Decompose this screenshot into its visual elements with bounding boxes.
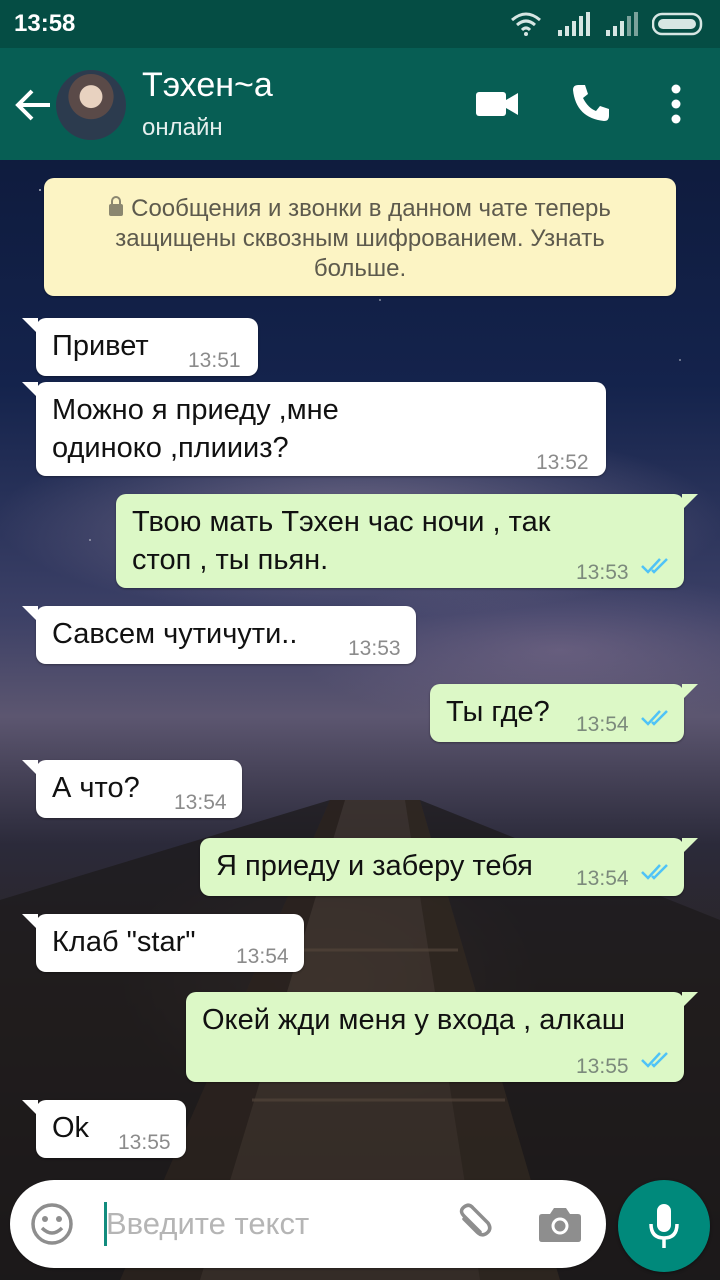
contact-status: онлайн	[142, 114, 223, 141]
wifi-icon	[511, 12, 541, 36]
message-bubble[interactable]: Привет 13:51	[22, 318, 258, 376]
more-vertical-icon[interactable]	[670, 84, 682, 124]
message-bubble[interactable]: Я приеду и заберу тебя 13:54	[200, 838, 698, 896]
message-text-line: стоп , ты пьян.	[132, 544, 329, 576]
message-time: 13:54	[236, 945, 289, 968]
contact-avatar[interactable]	[56, 70, 126, 140]
encryption-notice-text: Сообщения и звонки в данном чате теперь …	[115, 195, 611, 282]
chat-header: Тэхен~а онлайн	[0, 48, 720, 160]
message-text-line: Твою мать Тэхен час ночи , так	[132, 506, 551, 538]
message-bubble[interactable]: Клаб "star" 13:54	[22, 914, 304, 972]
mic-button[interactable]	[618, 1180, 710, 1272]
message-text: Привет	[52, 330, 149, 362]
signal-icon	[558, 12, 590, 36]
message-bubble[interactable]: Окей жди меня у входа , алкаш 13:55	[186, 992, 698, 1082]
message-bubble[interactable]: Твою мать Тэхен час ночи , так стоп , ты…	[116, 494, 698, 588]
message-text: Клаб "star"	[52, 926, 196, 958]
encryption-notice[interactable]: Сообщения и звонки в данном чате теперь …	[44, 178, 676, 296]
contact-name[interactable]: Тэхен~а	[142, 66, 273, 105]
message-bubble[interactable]: Ok 13:55	[22, 1100, 186, 1158]
message-text: Окей жди меня у входа , алкаш	[202, 1004, 625, 1036]
paperclip-icon[interactable]	[450, 1202, 494, 1246]
message-time: 13:54	[174, 791, 227, 814]
message-text: Я приеду и заберу тебя	[216, 850, 533, 882]
message-text: Савсем чутичути..	[52, 618, 298, 650]
message-bubble[interactable]: А что? 13:54	[22, 760, 242, 818]
double-check-read-icon	[641, 710, 668, 726]
message-text: Ok	[52, 1112, 90, 1144]
message-text: Ты где?	[446, 696, 550, 728]
message-time: 13:53	[576, 561, 629, 584]
signal-icon-2	[606, 12, 638, 36]
message-input-placeholder[interactable]: Введите текст	[106, 1206, 309, 1242]
lock-icon	[109, 196, 124, 216]
status-icons	[510, 10, 706, 38]
message-time: 13:52	[536, 451, 589, 474]
message-text: А что?	[52, 772, 140, 804]
message-time: 13:55	[118, 1131, 171, 1154]
arrow-left-icon[interactable]	[14, 88, 54, 122]
double-check-read-icon	[641, 1052, 668, 1068]
message-time: 13:54	[576, 713, 629, 736]
smiley-icon[interactable]	[30, 1202, 74, 1246]
message-text-line: Можно я приеду ,мне	[52, 394, 339, 426]
message-input-bar[interactable]: Введите текст	[10, 1180, 606, 1268]
phone-icon[interactable]	[570, 82, 612, 124]
message-time: 13:54	[576, 867, 629, 890]
message-bubble[interactable]: Савсем чутичути.. 13:53	[22, 606, 416, 664]
double-check-read-icon	[641, 558, 668, 574]
video-camera-icon[interactable]	[474, 88, 520, 120]
message-time: 13:51	[188, 349, 241, 372]
message-bubble[interactable]: Ты где? 13:54	[430, 684, 698, 742]
battery-icon	[652, 12, 703, 36]
message-time: 13:55	[576, 1055, 629, 1078]
microphone-icon	[649, 1204, 679, 1248]
message-bubble[interactable]: Можно я приеду ,мне одиноко ,плиииз? 13:…	[22, 382, 606, 476]
status-time: 13:58	[14, 10, 76, 37]
camera-icon[interactable]	[538, 1204, 582, 1244]
message-text-line: одиноко ,плиииз?	[52, 432, 289, 464]
double-check-read-icon	[641, 864, 668, 880]
status-bar: 13:58	[0, 0, 720, 48]
message-time: 13:53	[348, 637, 401, 660]
